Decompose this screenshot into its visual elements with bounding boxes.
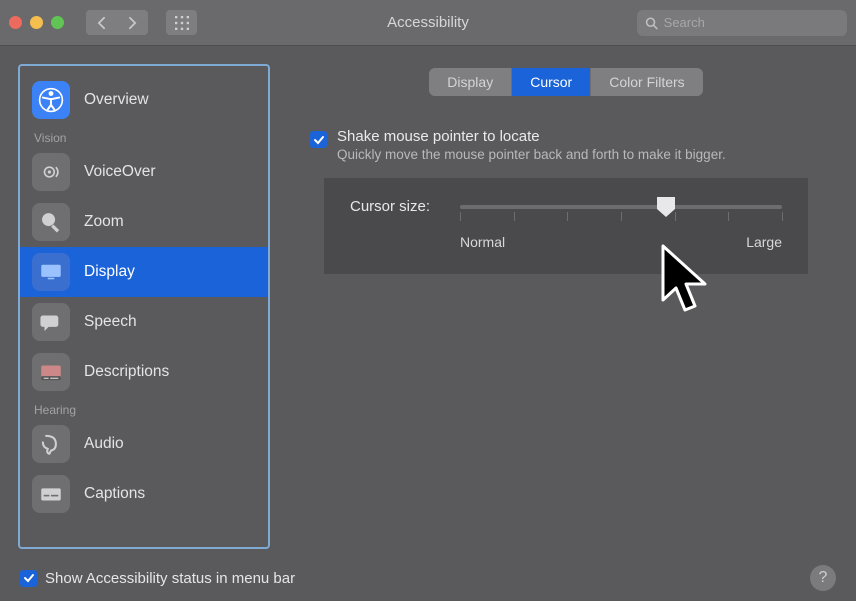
- sidebar-item-label: Captions: [84, 485, 145, 503]
- speech-icon: [32, 303, 70, 341]
- slider-min-label: Normal: [460, 234, 505, 250]
- nav-buttons: [86, 10, 148, 35]
- display-tabs: Display Cursor Color Filters: [294, 68, 838, 96]
- check-icon: [313, 134, 325, 146]
- check-icon: [23, 572, 35, 584]
- sidebar-item-label: Speech: [84, 313, 137, 331]
- sidebar-item-label: Display: [84, 263, 135, 281]
- captions-icon: [32, 475, 70, 513]
- sidebar-section-vision: Vision: [20, 125, 268, 147]
- slider-thumb-icon: [657, 197, 675, 217]
- search-icon: [645, 16, 658, 30]
- sidebar-item-label: Zoom: [84, 213, 124, 231]
- help-button[interactable]: ?: [810, 565, 836, 591]
- sidebar-item-speech[interactable]: Speech: [20, 297, 268, 347]
- forward-button[interactable]: [117, 10, 148, 35]
- help-icon: ?: [819, 569, 828, 587]
- shake-to-locate-option: Shake mouse pointer to locate Quickly mo…: [310, 128, 838, 162]
- titlebar: Accessibility: [0, 0, 856, 46]
- minimize-window-button[interactable]: [30, 16, 43, 29]
- cursor-size-label: Cursor size:: [350, 198, 430, 215]
- sidebar-item-voiceover[interactable]: VoiceOver: [20, 147, 268, 197]
- display-icon: [32, 253, 70, 291]
- audio-icon: [32, 425, 70, 463]
- cursor-size-slider[interactable]: [460, 205, 782, 209]
- show-status-label: Show Accessibility status in menu bar: [45, 570, 295, 587]
- zoom-icon: [32, 203, 70, 241]
- settings-panel: Display Cursor Color Filters Shake mouse…: [294, 64, 838, 549]
- back-button[interactable]: [86, 10, 117, 35]
- sidebar: Overview Vision VoiceOver Zoom Display: [18, 64, 270, 549]
- bottom-bar: Show Accessibility status in menu bar ?: [0, 555, 856, 601]
- chevron-left-icon: [97, 16, 106, 30]
- chevron-right-icon: [128, 16, 137, 30]
- sidebar-item-descriptions[interactable]: Descriptions: [20, 347, 268, 397]
- sidebar-item-label: VoiceOver: [84, 163, 156, 181]
- close-window-button[interactable]: [9, 16, 22, 29]
- sidebar-section-hearing: Hearing: [20, 397, 268, 419]
- sidebar-item-zoom[interactable]: Zoom: [20, 197, 268, 247]
- sidebar-item-label: Descriptions: [84, 363, 169, 381]
- tab-color-filters[interactable]: Color Filters: [591, 68, 702, 96]
- window-title: Accessibility: [387, 14, 469, 31]
- shake-to-locate-label: Shake mouse pointer to locate: [337, 128, 726, 145]
- descriptions-icon: [32, 353, 70, 391]
- sidebar-item-captions[interactable]: Captions: [20, 469, 268, 519]
- shake-to-locate-checkbox[interactable]: [310, 131, 327, 148]
- tab-cursor[interactable]: Cursor: [512, 68, 591, 96]
- tab-display[interactable]: Display: [429, 68, 512, 96]
- search-field-wrap[interactable]: [637, 10, 847, 36]
- slider-ticks: [460, 212, 782, 221]
- accessibility-icon: [32, 81, 70, 119]
- sidebar-item-audio[interactable]: Audio: [20, 419, 268, 469]
- shake-to-locate-description: Quickly move the mouse pointer back and …: [337, 147, 726, 162]
- sidebar-item-display[interactable]: Display: [20, 247, 268, 297]
- sidebar-item-overview[interactable]: Overview: [20, 75, 268, 125]
- window-controls: [9, 16, 64, 29]
- voiceover-icon: [32, 153, 70, 191]
- zoom-window-button[interactable]: [51, 16, 64, 29]
- grid-icon: [175, 16, 189, 30]
- sidebar-item-label: Overview: [84, 91, 149, 109]
- show-status-checkbox[interactable]: [20, 570, 37, 587]
- show-all-button[interactable]: [166, 10, 197, 35]
- sidebar-item-label: Audio: [84, 435, 124, 453]
- slider-max-label: Large: [746, 234, 782, 250]
- slider-thumb[interactable]: [657, 197, 675, 217]
- search-input[interactable]: [664, 15, 839, 30]
- cursor-size-card: Cursor size: Normal Large: [324, 178, 808, 274]
